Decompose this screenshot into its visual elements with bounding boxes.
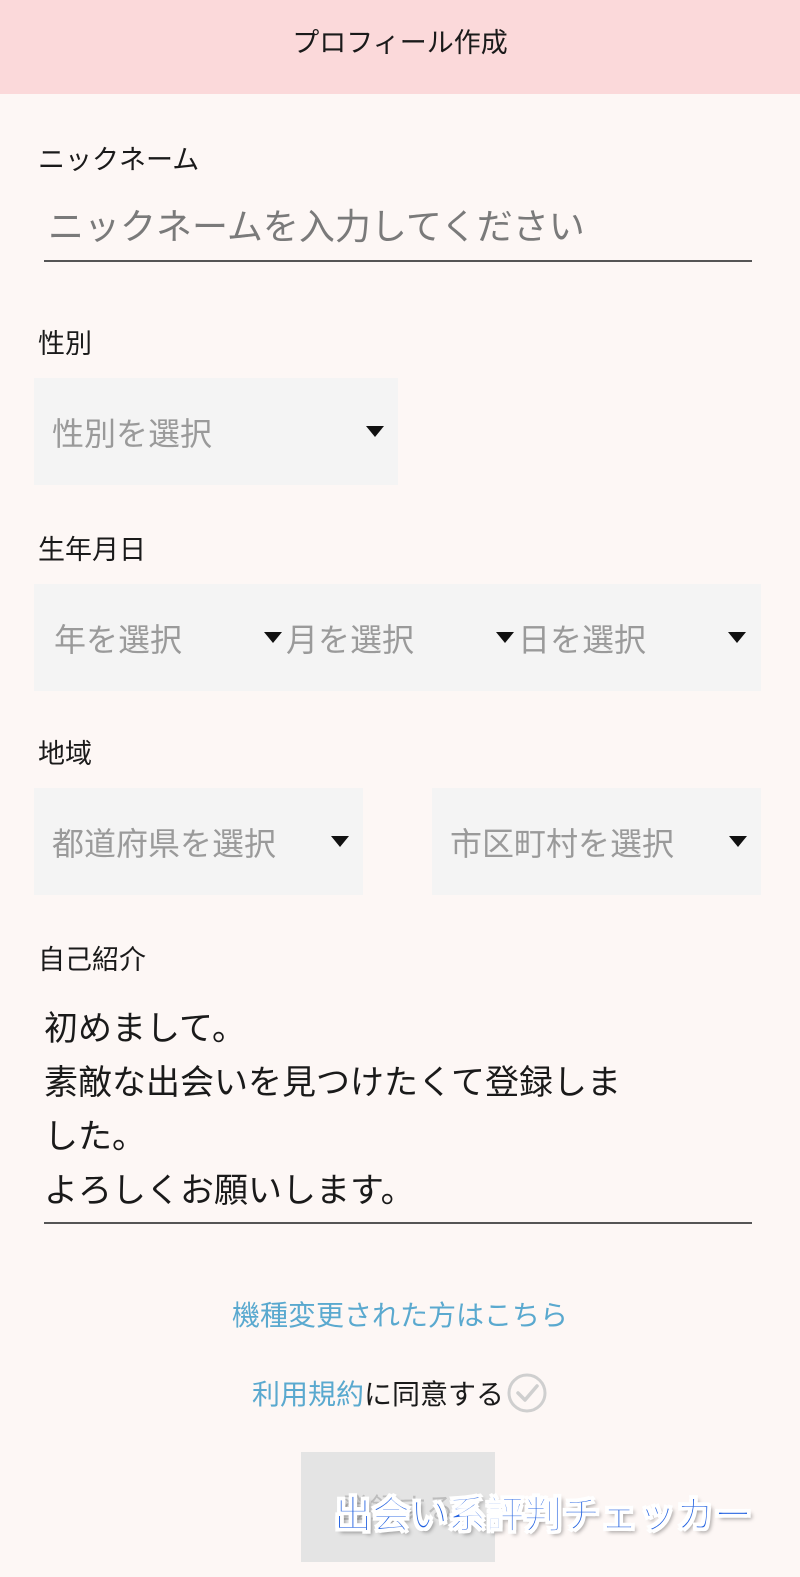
app-header: プロフィール作成 [0, 0, 800, 94]
city-select[interactable]: 市区町村を選択 [432, 788, 761, 895]
birth-month-select[interactable]: 月を選択 [286, 615, 518, 661]
bio-line: 初めまして。 [44, 1009, 246, 1049]
watermark-text: 出会い系評判チェッカー [334, 1493, 753, 1538]
birthdate-selects: 年を選択 月を選択 日を選択 [34, 584, 761, 691]
birthdate-label: 生年月日 [38, 535, 146, 566]
bio-textarea[interactable]: 初めまして。 素敵な出会いを見つけたくて登録しま した。 よろしくお願いします。 [44, 1002, 752, 1224]
terms-agreement: 利用規約 に同意する [0, 1372, 800, 1414]
terms-agree-text: に同意する [364, 1378, 505, 1411]
nickname-label: ニックネーム [38, 145, 200, 176]
birth-day-select[interactable]: 日を選択 [518, 615, 750, 661]
check-circle-icon[interactable] [506, 1372, 548, 1414]
bio-label: 自己紹介 [38, 945, 146, 976]
prefecture-select[interactable]: 都道府県を選択 [34, 788, 363, 895]
city-select-text: 市区町村を選択 [450, 824, 675, 863]
bio-line: よろしくお願いします。 [44, 1171, 415, 1211]
birth-year-select[interactable]: 年を選択 [54, 615, 286, 661]
birth-year-text: 年を選択 [54, 620, 183, 659]
page-title: プロフィール作成 [292, 27, 508, 59]
terms-link[interactable]: 利用規約 [252, 1373, 364, 1413]
gender-label: 性別 [38, 329, 92, 360]
gender-select[interactable]: 性別を選択 [34, 378, 398, 485]
prefecture-select-text: 都道府県を選択 [52, 824, 277, 863]
nickname-input[interactable] [44, 202, 752, 262]
caret-down-icon [728, 632, 746, 643]
bio-line: 素敵な出会いを見つけたくて登録しま [44, 1063, 621, 1103]
birth-day-text: 日を選択 [518, 620, 647, 659]
region-label: 地域 [38, 739, 92, 770]
birth-month-text: 月を選択 [286, 620, 415, 659]
caret-down-icon [729, 836, 747, 847]
caret-down-icon [331, 836, 349, 847]
bio-line: した。 [44, 1117, 146, 1157]
caret-down-icon [366, 426, 384, 437]
gender-select-text: 性別を選択 [52, 414, 213, 453]
caret-down-icon [264, 632, 282, 643]
device-change-link[interactable]: 機種変更された方はこちら [0, 1294, 800, 1334]
caret-down-icon [496, 632, 514, 643]
